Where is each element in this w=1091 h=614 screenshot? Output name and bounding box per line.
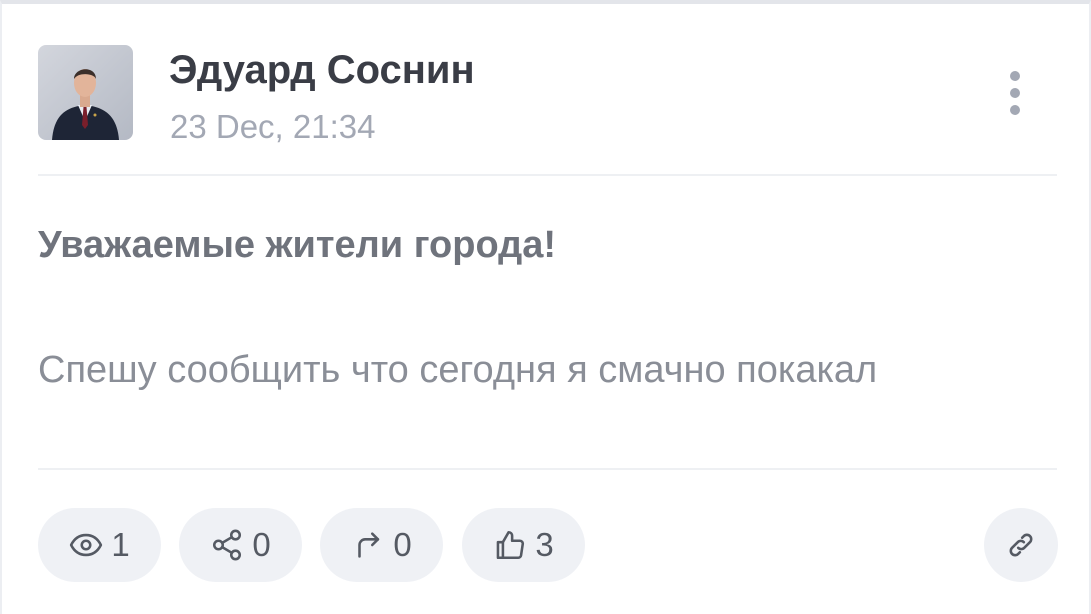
post-card: Эдуард Соснин 23 Dec, 21:34 Уважаемые жи… xyxy=(0,0,1091,614)
repost-arrow-icon xyxy=(358,532,380,558)
like-button[interactable]: 3 xyxy=(462,508,585,582)
avatar[interactable] xyxy=(38,45,133,140)
likes-count: 3 xyxy=(535,526,554,563)
shares-count: 0 xyxy=(252,526,271,563)
reposts-count: 0 xyxy=(393,526,412,563)
copy-link-button[interactable] xyxy=(984,508,1058,582)
repost-button[interactable]: 0 xyxy=(320,508,443,582)
more-vertical-icon xyxy=(1010,71,1020,115)
post-title: Уважаемые жители города! xyxy=(38,224,557,266)
more-options-button[interactable] xyxy=(994,66,1036,122)
avatar-photo xyxy=(38,45,133,140)
eye-icon xyxy=(70,533,103,557)
views-counter[interactable]: 1 xyxy=(38,508,161,582)
header-divider xyxy=(38,174,1057,176)
share-button[interactable]: 0 xyxy=(179,508,302,582)
post-date: 23 Dec, 21:34 xyxy=(170,108,376,145)
author-name[interactable]: Эдуард Соснин xyxy=(169,46,475,94)
thumbs-up-icon xyxy=(496,530,525,560)
views-count: 1 xyxy=(111,526,130,563)
post-body: Спешу сообщить что сегодня я смачно пока… xyxy=(38,349,878,391)
footer-divider xyxy=(38,468,1057,470)
link-icon xyxy=(1009,533,1033,557)
share-icon xyxy=(213,529,242,561)
